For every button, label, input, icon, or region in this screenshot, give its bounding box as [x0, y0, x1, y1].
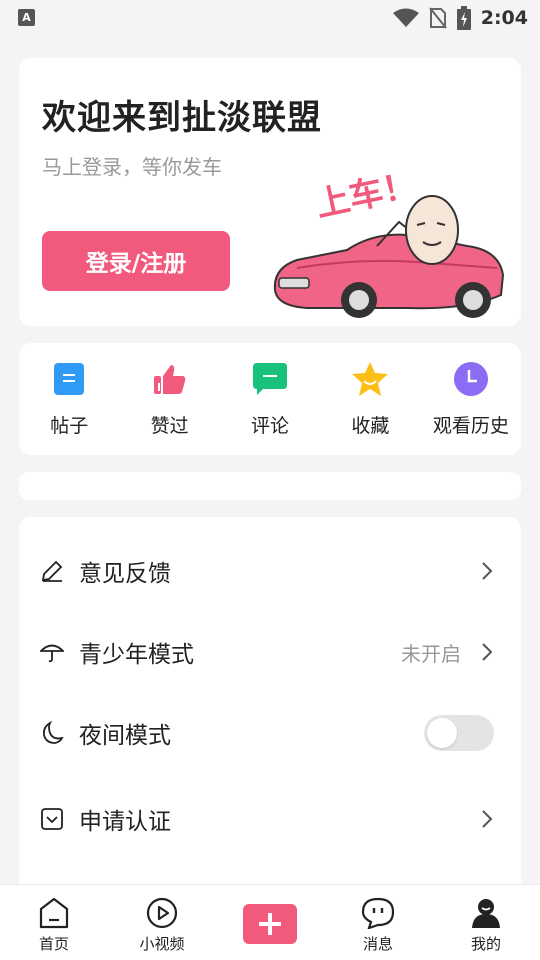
welcome-subtitle: 马上登录，等你发车 — [42, 155, 222, 179]
chevron-right-icon — [482, 810, 493, 828]
quick-action-liked[interactable]: 赞过 — [119, 343, 219, 455]
night-mode-toggle[interactable] — [424, 715, 494, 751]
status-bar: A 2:04 — [0, 0, 540, 36]
quick-action-label: 评论 — [251, 415, 290, 437]
play-icon — [144, 895, 180, 931]
settings-row-verification[interactable]: 申请认证 — [19, 789, 521, 849]
settings-row-label: 夜间模式 — [79, 723, 171, 749]
quick-action-label: 收藏 — [351, 415, 390, 437]
message-icon — [360, 895, 396, 931]
bottom-nav: 首页 小视频 消息 我的 — [0, 884, 540, 960]
nav-short-video[interactable]: 小视频 — [108, 885, 216, 960]
teen-mode-status: 未开启 — [401, 641, 461, 666]
status-icons: 2:04 — [392, 5, 528, 31]
nav-label: 消息 — [362, 935, 393, 953]
nav-add-post[interactable] — [216, 885, 324, 960]
login-register-button[interactable]: 登录/注册 — [42, 231, 230, 291]
settings-row-label: 意见反馈 — [79, 561, 171, 587]
welcome-title: 欢迎来到扯淡联盟 — [42, 98, 322, 138]
thumb-up-icon — [152, 361, 188, 397]
no-sim-icon — [428, 7, 447, 29]
quick-action-favorites[interactable]: 收藏 — [320, 343, 420, 455]
settings-list: 意见反馈 青少年模式 未开启 夜间模式 申请认证 — [19, 517, 521, 897]
welcome-card: 欢迎来到扯淡联盟 马上登录，等你发车 登录/注册 上车！ — [19, 58, 521, 326]
status-app-badge: A — [18, 9, 35, 26]
nav-label: 我的 — [470, 935, 501, 953]
verify-icon — [39, 806, 65, 832]
post-icon — [51, 361, 87, 397]
settings-row-teen-mode[interactable]: 青少年模式 未开启 — [19, 622, 521, 682]
profile-icon — [468, 895, 504, 931]
wifi-icon — [392, 8, 419, 27]
status-time: 2:04 — [480, 7, 528, 29]
nav-home[interactable]: 首页 — [0, 885, 108, 960]
home-icon — [36, 895, 72, 931]
settings-row-label: 申请认证 — [79, 809, 171, 835]
quick-action-comments[interactable]: 评论 — [220, 343, 320, 455]
hero-art-text: 上车！ — [312, 165, 420, 225]
quick-actions: 帖子 赞过 评论 收藏 观看历史 — [19, 343, 521, 455]
settings-row-night-mode: 夜间模式 — [19, 703, 521, 763]
battery-charging-icon — [456, 6, 471, 30]
nav-label: 首页 — [38, 935, 69, 953]
nav-label: 小视频 — [139, 935, 185, 953]
umbrella-icon — [39, 639, 65, 665]
pencil-icon — [39, 558, 65, 584]
toggle-knob — [427, 718, 457, 748]
settings-row-label: 青少年模式 — [79, 642, 194, 668]
settings-row-feedback[interactable]: 意见反馈 — [19, 541, 521, 601]
car-illustration: 上车！ — [273, 165, 505, 318]
nav-messages[interactable]: 消息 — [324, 885, 432, 960]
chevron-right-icon — [482, 562, 493, 580]
quick-action-history[interactable]: 观看历史 — [421, 343, 521, 455]
quick-action-label: 帖子 — [50, 415, 89, 437]
clock-icon — [453, 361, 489, 397]
empty-banner-strip — [19, 472, 521, 500]
moon-icon — [39, 720, 65, 746]
star-icon — [352, 361, 389, 397]
add-icon — [243, 904, 297, 944]
nav-profile[interactable]: 我的 — [432, 885, 540, 960]
quick-action-label: 观看历史 — [432, 415, 509, 437]
quick-action-posts[interactable]: 帖子 — [19, 343, 119, 455]
chevron-right-icon — [482, 643, 493, 661]
quick-action-label: 赞过 — [150, 415, 189, 437]
comment-icon — [252, 361, 288, 397]
